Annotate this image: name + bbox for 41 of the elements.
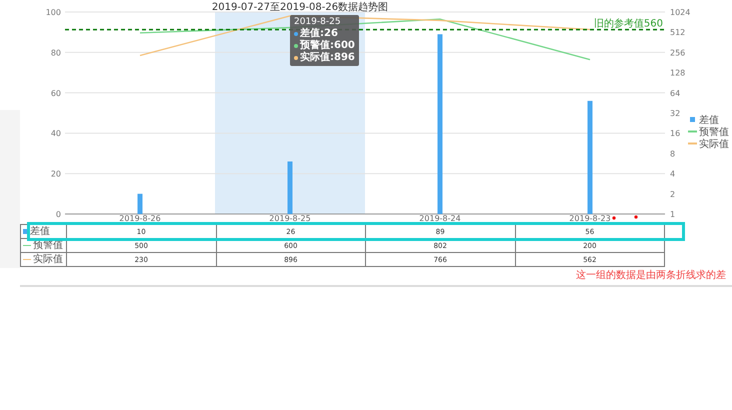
right-axis-label: 1024 — [670, 8, 690, 17]
legend-label[interactable]: 预警值 — [699, 127, 729, 138]
dot-icon — [294, 44, 298, 48]
x-axis-label: 2019-8-25 — [269, 214, 311, 223]
x-axis-label: 2019-8-23 — [569, 214, 611, 223]
legend-swatch-icon — [23, 229, 28, 234]
tooltip-item: 预警值:600 — [300, 40, 355, 51]
right-axis-label: 128 — [670, 68, 686, 78]
reference-label: 旧的参考值560 — [594, 18, 663, 30]
chart-title: 2019-07-27至2019-08-26数据趋势图 — [212, 2, 388, 13]
y-axis-label: 20 — [50, 170, 61, 179]
bar — [138, 194, 142, 214]
right-axis-label: 16 — [670, 129, 680, 138]
bar — [288, 161, 292, 214]
row-label: 差值 — [30, 226, 50, 238]
row-label: 实际值 — [33, 254, 63, 266]
x-axis-label: 2019-8-24 — [419, 214, 461, 223]
y-axis-label: 60 — [50, 88, 61, 98]
right-axis-label: 1 — [670, 210, 676, 219]
y-axis-label: 0 — [56, 210, 61, 219]
marker-dot — [612, 216, 616, 220]
legend-label[interactable]: 实际值 — [699, 139, 729, 150]
right-axis-label: 256 — [670, 48, 686, 58]
y-axis-label: 80 — [50, 48, 61, 58]
right-axis-label: 512 — [670, 28, 686, 38]
tooltip-item: 实际值:896 — [300, 52, 355, 64]
right-axis-label: 4 — [670, 170, 676, 179]
dot-icon — [294, 32, 298, 36]
tooltip-title: 2019-8-25 — [294, 17, 342, 28]
y-axis-label: 100 — [46, 8, 61, 17]
marker-dot — [634, 215, 638, 219]
dot-icon — [294, 56, 298, 60]
y-axis-label: 40 — [50, 129, 61, 138]
right-axis-label: 8 — [670, 149, 676, 158]
right-axis-label: 64 — [670, 88, 680, 98]
right-axis-label: 32 — [670, 109, 680, 118]
right-axis-label: 2 — [670, 190, 676, 199]
x-axis-label: 2019-8-26 — [119, 214, 161, 223]
legend-label[interactable]: 差值 — [699, 115, 719, 126]
annotation-note: 这一组的数据是由两条折线求的差 — [576, 270, 726, 282]
tooltip-item: 差值:26 — [300, 28, 338, 40]
